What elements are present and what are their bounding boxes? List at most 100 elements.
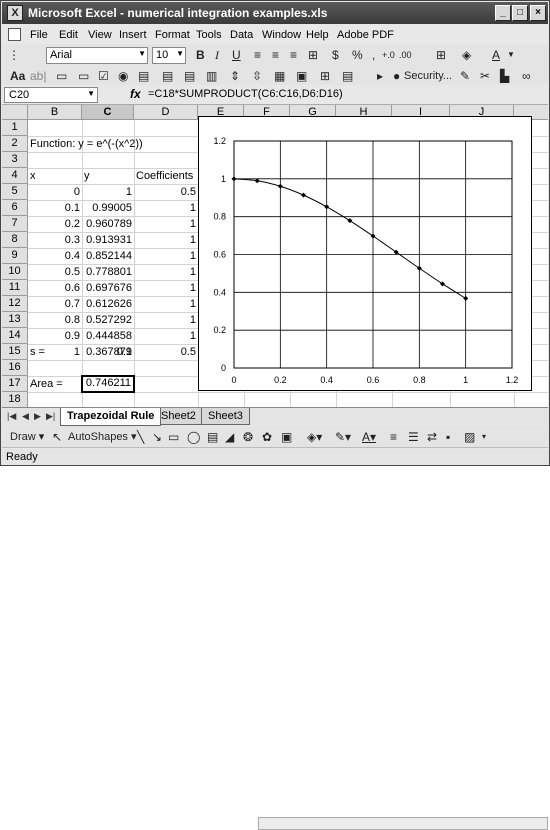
align-right-icon[interactable]: ≡ [290,48,297,62]
arrow-icon[interactable]: ↘ [152,430,162,444]
list-box-icon[interactable]: ▤ [138,69,149,83]
edit-box-icon[interactable]: ab| [30,69,46,83]
row-header[interactable]: 7 [2,216,28,232]
tab-trapezoidal-rule[interactable]: Trapezoidal Rule [60,408,162,426]
option-button-icon[interactable]: ◉ [118,69,128,83]
s-value-cell[interactable]: 0.1 [82,344,134,360]
row-header[interactable]: 5 [2,184,28,200]
diagram-icon[interactable]: ❂ [243,430,253,444]
x-value-cell[interactable]: 0 [28,184,82,200]
combo-list-icon[interactable]: ▤ [184,69,195,83]
decrease-decimal-icon[interactable]: .00 [399,48,412,62]
row-header[interactable]: 2 [2,136,28,152]
excel-app-icon[interactable]: X [7,5,23,21]
coefficient-cell[interactable]: 1 [134,232,198,248]
y-value-cell[interactable]: 0.527292 [82,312,134,328]
function-wizard-icon[interactable]: fx [130,87,141,101]
menu-format[interactable]: Format [155,29,190,41]
control-toolbox-icon[interactable]: ✂ [480,69,490,83]
name-box[interactable]: C20 ▼ [4,87,98,103]
coefficient-cell[interactable]: 1 [134,328,198,344]
function-label-cell[interactable]: Function: y = e^(-(x^2)) [28,136,198,152]
control-properties-icon[interactable]: ▦ [274,69,285,83]
picture-icon[interactable]: ▣ [281,430,292,444]
autoshapes-menu[interactable]: AutoShapes ▾ [68,430,137,444]
line-style-icon[interactable]: ≡ [390,430,397,444]
dash-style-icon[interactable]: ☰ [408,430,419,444]
row-header[interactable]: 11 [2,280,28,296]
y-value-cell[interactable]: 0.960789 [82,216,134,232]
group-box-icon[interactable]: ▭ [56,69,67,83]
toolbar-options-icon[interactable]: ▾ [482,430,486,444]
row-header[interactable]: 12 [2,296,28,312]
header-x-cell[interactable]: x [28,168,82,184]
visual-basic-icon[interactable]: ✎ [460,69,470,83]
coefficient-cell[interactable]: 1 [134,216,198,232]
column-header-c[interactable]: C [82,105,134,120]
y-value-cell[interactable]: 0.913931 [82,232,134,248]
bold-icon[interactable]: B [196,48,205,62]
x-value-cell[interactable]: 0.6 [28,280,82,296]
font-name-select[interactable]: Arial ▼ [46,47,148,64]
menu-edit[interactable]: Edit [59,29,78,41]
y-value-cell[interactable]: 1 [82,184,134,200]
design-mode-icon[interactable]: ▙ [500,69,509,83]
menu-window[interactable]: Window [262,29,301,41]
y-value-cell[interactable]: 0.444858 [82,328,134,344]
coefficient-cell[interactable]: 1 [134,296,198,312]
3d-style-icon[interactable]: ▨ [464,430,475,444]
horizontal-scrollbar[interactable] [258,817,548,830]
font-size-select[interactable]: 10 ▼ [152,47,186,64]
formula-input[interactable]: =C18*SUMPRODUCT(C6:C16,D6:D16) [148,88,343,100]
merge-center-icon[interactable]: ⊞ [308,48,318,62]
run-dialog-icon[interactable]: ▤ [342,69,353,83]
x-value-cell[interactable]: 0.4 [28,248,82,264]
column-header-b[interactable]: B [28,105,82,120]
coefficient-cell[interactable]: 0.5 [134,184,198,200]
close-button[interactable]: × [530,5,546,21]
y-value-cell[interactable]: 0.778801 [82,264,134,280]
row-header[interactable]: 6 [2,200,28,216]
line-color-icon[interactable]: ✎▾ [335,430,351,444]
header-coefficients-cell[interactable]: Coefficients [134,168,198,184]
script-editor-icon[interactable]: ∞ [522,69,531,83]
scroll-bar-icon[interactable]: ⇕ [230,69,240,83]
fill-color-icon[interactable]: ◈ [462,48,471,62]
checkbox-icon[interactable]: ☑ [98,69,109,83]
minimize-button[interactable]: _ [495,5,511,21]
row-header[interactable]: 16 [2,360,28,376]
fill-color-icon[interactable]: ◈▾ [307,430,322,444]
y-value-cell[interactable]: 0.612626 [82,296,134,312]
underline-icon[interactable]: U [232,48,241,62]
coefficient-cell[interactable]: 1 [134,312,198,328]
increase-decimal-icon[interactable]: +.0 [382,48,395,62]
font-color-icon[interactable]: A [492,48,500,62]
tab-sheet3[interactable]: Sheet3 [201,408,250,425]
label-icon[interactable]: Aa [10,69,25,83]
security-button[interactable]: Security... [404,69,452,83]
row-header[interactable]: 14 [2,328,28,344]
header-y-cell[interactable]: y [82,168,134,184]
toggle-grid-icon[interactable]: ⊞ [320,69,330,83]
menu-tools[interactable]: Tools [196,29,222,41]
x-value-cell[interactable]: 0.9 [28,328,82,344]
document-icon[interactable] [8,28,21,41]
worksheet-grid[interactable]: B C D E F G H I J 1 2 3 4 5 6 7 8 9 10 1… [2,105,548,407]
y-value-cell[interactable]: 0.697676 [82,280,134,296]
edit-code-icon[interactable]: ▣ [296,69,307,83]
button-icon[interactable]: ▭ [78,69,89,83]
y-value-cell[interactable]: 0.99005 [82,200,134,216]
menu-insert[interactable]: Insert [119,29,147,41]
row-header[interactable]: 4 [2,168,28,184]
x-value-cell[interactable]: 0.2 [28,216,82,232]
italic-icon[interactable]: I [215,48,219,62]
coefficient-cell[interactable]: 1 [134,200,198,216]
line-icon[interactable]: ╲ [137,430,144,444]
x-value-cell[interactable]: 0.1 [28,200,82,216]
combo-dropdown-icon[interactable]: ▥ [206,69,217,83]
text-box-icon[interactable]: ▤ [207,430,218,444]
menu-help[interactable]: Help [306,29,329,41]
menu-view[interactable]: View [88,29,112,41]
prev-sheet-icon[interactable]: ◀ [22,411,29,422]
row-header[interactable]: 8 [2,232,28,248]
